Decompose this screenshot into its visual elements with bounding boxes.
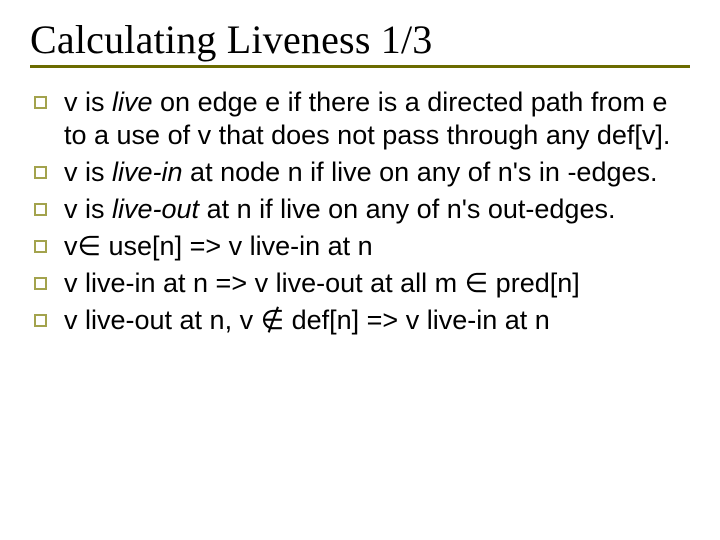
title-underline	[30, 65, 690, 68]
bullet-text-pre: v live-out at n, v ∉ def[n] => v live-in…	[64, 305, 550, 335]
bullet-text-post: on edge e if there is a directed path fr…	[64, 87, 670, 150]
bullet-text-em: live-in	[112, 157, 183, 187]
list-item: v is live-out at n if live on any of n's…	[30, 193, 696, 226]
page-title: Calculating Liveness 1/3	[30, 16, 696, 63]
bullet-text-post: at n if live on any of n's out-edges.	[199, 194, 615, 224]
bullet-text-em: live-out	[112, 194, 199, 224]
bullet-text-pre: v live-in at n => v live-out at all m ∈ …	[64, 268, 580, 298]
list-item: v is live on edge e if there is a direct…	[30, 86, 696, 152]
bullet-list: v is live on edge e if there is a direct…	[30, 86, 696, 337]
list-item: v is live-in at node n if live on any of…	[30, 156, 696, 189]
bullet-text-pre: v∈ use[n] => v live-in at n	[64, 231, 373, 261]
bullet-text-post: at node n if live on any of n's in -edge…	[183, 157, 658, 187]
list-item: v∈ use[n] => v live-in at n	[30, 230, 696, 263]
list-item: v live-in at n => v live-out at all m ∈ …	[30, 267, 696, 300]
slide: Calculating Liveness 1/3 v is live on ed…	[0, 0, 720, 540]
bullet-text-em: live	[112, 87, 153, 117]
bullet-text-pre: v is	[64, 194, 112, 224]
bullet-text-pre: v is	[64, 157, 112, 187]
list-item: v live-out at n, v ∉ def[n] => v live-in…	[30, 304, 696, 337]
bullet-text-pre: v is	[64, 87, 112, 117]
